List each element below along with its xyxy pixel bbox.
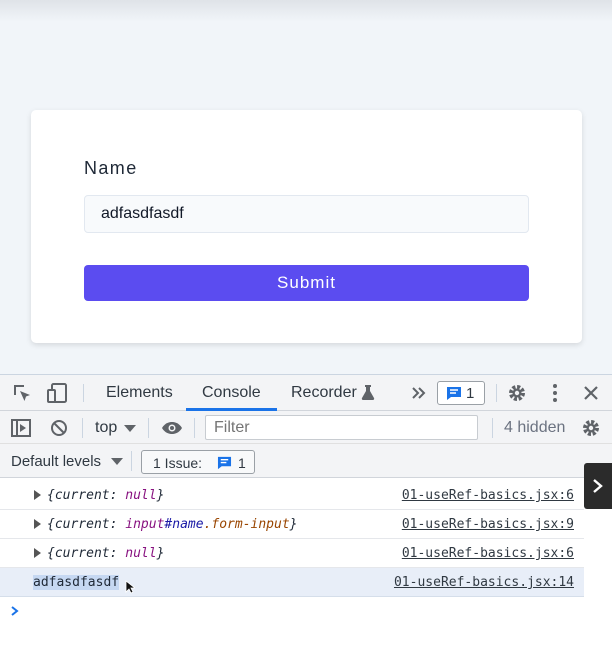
submit-button[interactable]: Submit: [84, 265, 529, 301]
issues-chip-count: 1: [238, 455, 246, 471]
settings-icon[interactable]: [581, 418, 601, 438]
default-levels-select[interactable]: Default levels: [11, 453, 101, 470]
message-text: {current: null}: [47, 546, 165, 561]
tab-recorder[interactable]: Recorder: [291, 384, 357, 402]
console-prompt[interactable]: [0, 597, 584, 623]
source-link[interactable]: 01-useRef-basics.jsx:6: [402, 546, 574, 561]
devtools-tabbar: Elements Console Recorder 1: [0, 375, 612, 411]
console-message[interactable]: adfasdfasdf 01-useRef-basics.jsx:14: [0, 568, 584, 597]
source-link[interactable]: 01-useRef-basics.jsx:9: [402, 517, 574, 532]
toolbar-separator: [492, 418, 493, 438]
source-link[interactable]: 01-useRef-basics.jsx:6: [402, 488, 574, 503]
toolbar-separator: [194, 418, 195, 438]
message-text: adfasdfasdf: [33, 575, 120, 590]
close-icon[interactable]: [583, 385, 599, 401]
devtools-panel: Elements Console Recorder 1 top Filter 4…: [0, 374, 612, 667]
console-levels-bar: Default levels 1 Issue: 1: [0, 444, 612, 478]
form-card: Name Submit: [31, 110, 582, 343]
more-tabs-icon[interactable]: [412, 386, 426, 400]
issues-chip[interactable]: 1 Issue: 1: [141, 450, 255, 474]
settings-icon[interactable]: [507, 383, 527, 403]
expand-arrow-icon[interactable]: [34, 548, 41, 558]
device-toolbar-icon[interactable]: [46, 382, 68, 404]
console-message[interactable]: {current: input#name.form-input} 01-useR…: [0, 510, 584, 539]
chevron-right-icon: [593, 479, 603, 493]
toolbar-separator: [82, 418, 83, 438]
tab-elements[interactable]: Elements: [106, 384, 173, 402]
console-message[interactable]: {current: null} 01-useRef-basics.jsx:6: [0, 539, 584, 568]
message-text: {current: null}: [47, 488, 165, 503]
hidden-count[interactable]: 4 hidden: [504, 419, 565, 437]
chevron-down-icon[interactable]: [124, 425, 136, 433]
expand-arrow-icon[interactable]: [34, 519, 41, 529]
eye-icon[interactable]: [161, 421, 183, 435]
toolbar-separator: [148, 418, 149, 438]
context-select[interactable]: top: [95, 419, 117, 437]
prompt-chevron-icon: [11, 606, 19, 616]
name-input[interactable]: [84, 195, 529, 233]
chevron-down-icon[interactable]: [111, 458, 123, 466]
message-icon: [217, 456, 232, 470]
name-label: Name: [84, 158, 138, 178]
message-icon: [447, 387, 461, 400]
issues-count: 1: [466, 385, 475, 402]
page-viewport: Name Submit: [0, 0, 612, 374]
sidebar-icon[interactable]: [11, 419, 31, 437]
flask-icon: [361, 385, 375, 400]
issues-badge[interactable]: 1: [437, 381, 485, 405]
side-panel-toggle[interactable]: [584, 463, 612, 509]
mouse-cursor-icon: [125, 580, 135, 594]
tab-separator: [83, 384, 84, 402]
console-messages: {current: null} 01-useRef-basics.jsx:6 {…: [0, 481, 584, 623]
expand-arrow-icon[interactable]: [34, 490, 41, 500]
tab-console[interactable]: Console: [202, 384, 261, 402]
console-message[interactable]: {current: null} 01-useRef-basics.jsx:6: [0, 481, 584, 510]
tab-separator: [496, 384, 497, 402]
console-toolbar: top 4 hidden: [0, 411, 612, 444]
clear-icon[interactable]: [50, 419, 68, 437]
kebab-icon[interactable]: [551, 383, 559, 403]
message-text: {current: input#name.form-input}: [47, 517, 298, 532]
issues-chip-label: 1 Issue:: [153, 455, 203, 471]
source-link[interactable]: 01-useRef-basics.jsx:14: [394, 575, 574, 590]
inspect-icon[interactable]: [12, 383, 32, 403]
toolbar-separator: [131, 451, 132, 471]
filter-input[interactable]: [205, 415, 478, 440]
top-fade: [0, 0, 612, 22]
